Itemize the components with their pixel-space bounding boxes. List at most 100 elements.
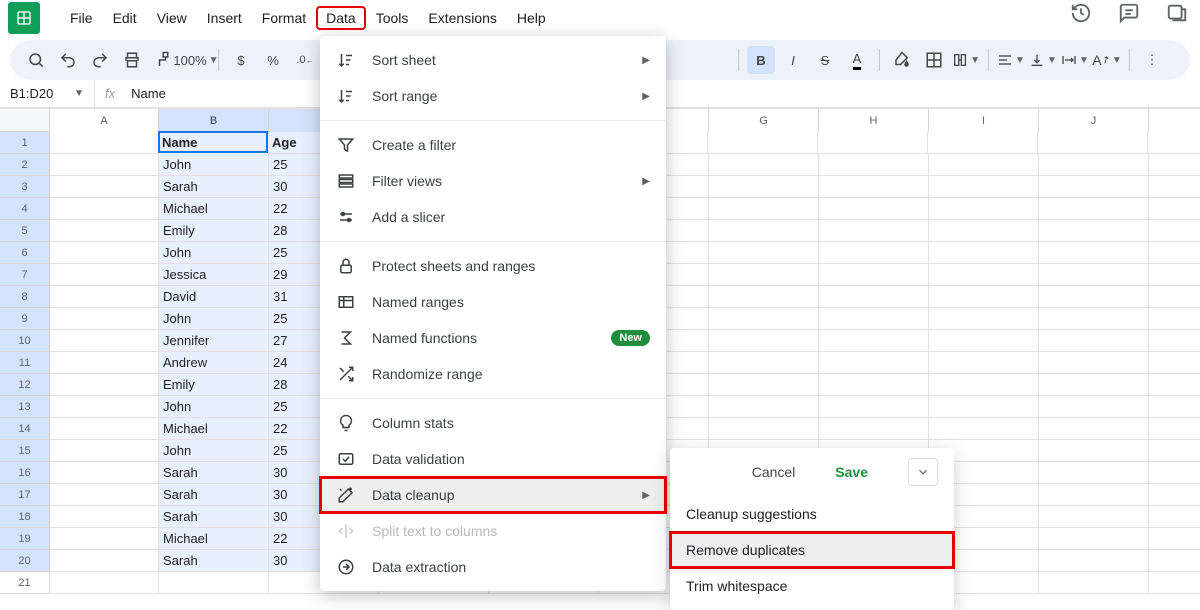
cell[interactable]	[819, 396, 929, 418]
search-icon[interactable]	[22, 46, 50, 74]
cell[interactable]	[708, 132, 818, 154]
cell[interactable]	[929, 352, 1039, 374]
history-icon[interactable]	[1070, 2, 1092, 24]
cell[interactable]	[709, 264, 819, 286]
cell[interactable]	[1149, 264, 1200, 286]
cell[interactable]: David	[159, 286, 269, 308]
cell[interactable]	[1149, 308, 1200, 330]
cell[interactable]	[709, 308, 819, 330]
cell[interactable]	[819, 286, 929, 308]
cell[interactable]	[819, 374, 929, 396]
cell[interactable]	[1149, 154, 1200, 176]
cell[interactable]	[1039, 154, 1149, 176]
cell[interactable]: Jennifer	[159, 330, 269, 352]
cell[interactable]: John	[159, 396, 269, 418]
undo-button[interactable]	[54, 46, 82, 74]
cell[interactable]	[50, 550, 159, 572]
cell[interactable]	[1149, 198, 1200, 220]
cell[interactable]	[1039, 220, 1149, 242]
row-header[interactable]: 13	[0, 396, 50, 418]
chevron-down-icon[interactable]	[908, 458, 938, 486]
cell[interactable]: John	[159, 308, 269, 330]
cell[interactable]	[50, 506, 159, 528]
bold-button[interactable]: B	[747, 46, 775, 74]
currency-button[interactable]: $	[227, 46, 255, 74]
col-header-I[interactable]: I	[929, 109, 1039, 133]
col-header-J[interactable]: J	[1039, 109, 1149, 133]
cell[interactable]	[1039, 176, 1149, 198]
row-header[interactable]: 21	[0, 572, 50, 594]
text-color-button[interactable]: A	[843, 46, 871, 74]
cell[interactable]	[1039, 286, 1149, 308]
menu-item-named-ranges[interactable]: Named ranges	[320, 284, 666, 320]
cell[interactable]	[709, 396, 819, 418]
menu-format[interactable]: Format	[252, 6, 316, 30]
more-button[interactable]: ⋮	[1138, 46, 1166, 74]
cell[interactable]	[819, 242, 929, 264]
row-header[interactable]: 20	[0, 550, 50, 572]
menu-item-sort-range[interactable]: Sort range▶	[320, 78, 666, 114]
menu-help[interactable]: Help	[507, 6, 556, 30]
cell[interactable]	[50, 528, 159, 550]
cell[interactable]	[1039, 352, 1149, 374]
cell[interactable]	[50, 352, 159, 374]
cell[interactable]	[1039, 528, 1149, 550]
row-header[interactable]: 10	[0, 330, 50, 352]
cell[interactable]	[1039, 264, 1149, 286]
menu-item-named-functions[interactable]: Named functionsNew	[320, 320, 666, 356]
cell[interactable]	[1038, 132, 1148, 154]
cell[interactable]: John	[159, 242, 269, 264]
data-cleanup[interactable]: Data cleanup▶	[320, 477, 666, 513]
cell[interactable]	[1149, 440, 1200, 462]
select-all-corner[interactable]	[0, 108, 50, 132]
redo-button[interactable]	[86, 46, 114, 74]
wrap-button[interactable]: ▼	[1061, 46, 1089, 74]
italic-button[interactable]: I	[779, 46, 807, 74]
cell[interactable]	[929, 220, 1039, 242]
cell[interactable]	[709, 176, 819, 198]
borders-button[interactable]	[920, 46, 948, 74]
row-header[interactable]: 5	[0, 220, 50, 242]
cell[interactable]	[1149, 220, 1200, 242]
cancel-button[interactable]: Cancel	[752, 464, 796, 480]
remove-duplicates[interactable]: Remove duplicates	[670, 532, 954, 568]
row-header[interactable]: 11	[0, 352, 50, 374]
cell[interactable]	[819, 264, 929, 286]
cell[interactable]: Name	[158, 131, 268, 153]
cell[interactable]	[1149, 374, 1200, 396]
cell[interactable]: John	[159, 154, 269, 176]
menu-extensions[interactable]: Extensions	[418, 6, 506, 30]
cell[interactable]	[1039, 242, 1149, 264]
cell[interactable]	[1149, 418, 1200, 440]
cell[interactable]	[929, 176, 1039, 198]
cell[interactable]	[1039, 198, 1149, 220]
cell[interactable]	[819, 176, 929, 198]
menu-view[interactable]: View	[147, 6, 197, 30]
row-header[interactable]: 16	[0, 462, 50, 484]
row-header[interactable]: 19	[0, 528, 50, 550]
cell[interactable]	[159, 572, 269, 594]
cell[interactable]	[50, 220, 159, 242]
cell[interactable]	[1039, 374, 1149, 396]
cell[interactable]	[1149, 242, 1200, 264]
row-header[interactable]: 4	[0, 198, 50, 220]
cell[interactable]	[709, 154, 819, 176]
row-header[interactable]: 6	[0, 242, 50, 264]
cell[interactable]	[50, 154, 159, 176]
menu-item-data-extraction[interactable]: Data extraction	[320, 549, 666, 585]
cell[interactable]	[50, 440, 159, 462]
row-header[interactable]: 9	[0, 308, 50, 330]
cell[interactable]	[50, 198, 159, 220]
menu-item-column-stats[interactable]: Column stats	[320, 405, 666, 441]
present-icon[interactable]	[1166, 2, 1188, 24]
menu-tools[interactable]: Tools	[366, 6, 419, 30]
col-header-A[interactable]: A	[50, 109, 159, 133]
cell[interactable]	[819, 330, 929, 352]
cell[interactable]	[1039, 308, 1149, 330]
menu-item-protect-sheets-and-ranges[interactable]: Protect sheets and ranges	[320, 248, 666, 284]
cell[interactable]	[709, 374, 819, 396]
cell[interactable]: Emily	[159, 220, 269, 242]
cell[interactable]	[1039, 440, 1149, 462]
merge-button[interactable]: ▼	[952, 46, 980, 74]
cell[interactable]	[1149, 286, 1200, 308]
